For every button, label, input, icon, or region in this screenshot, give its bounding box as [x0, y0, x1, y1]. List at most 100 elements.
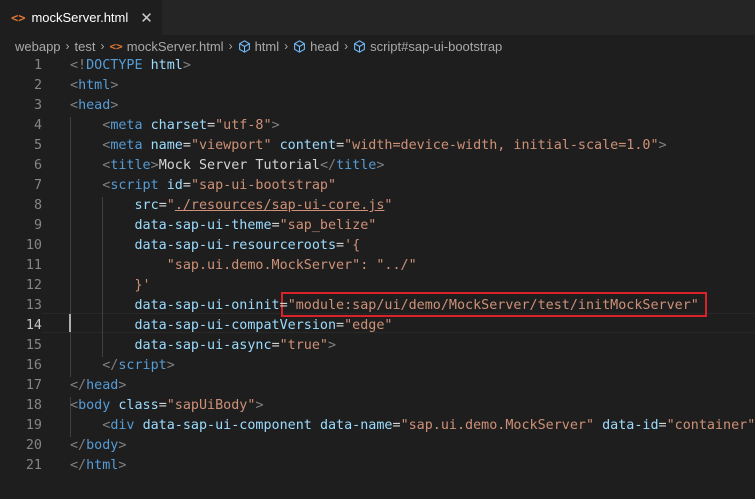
code-token: =: [392, 418, 401, 433]
code-line[interactable]: 14 data-sap-ui-compatVersion="edge": [0, 316, 755, 336]
code-token: </: [70, 438, 87, 453]
breadcrumb-item-head[interactable]: head: [293, 39, 339, 54]
code-token: html: [150, 58, 183, 73]
code-token: html: [78, 78, 111, 93]
code-line[interactable]: 9 data-sap-ui-theme="sap_belize": [0, 216, 755, 236]
code-token: body: [78, 398, 111, 413]
html-file-icon: <>: [109, 39, 123, 53]
code-token: =: [279, 298, 288, 313]
breadcrumb-item-file[interactable]: <> mockServer.html: [110, 39, 224, 54]
breadcrumb-item-test[interactable]: test: [75, 39, 96, 54]
code-token: >: [182, 58, 191, 73]
code-text: </head>: [70, 376, 126, 396]
breadcrumb-file-label: mockServer.html: [126, 38, 224, 54]
code-line[interactable]: 17 </head>: [0, 376, 755, 396]
code-token: data-id: [602, 418, 659, 433]
code-token: >: [255, 398, 264, 413]
code-token: meta: [110, 138, 143, 153]
breadcrumb-head-label: head: [310, 38, 340, 54]
line-number: 3: [33, 98, 42, 113]
line-number: 2: [33, 78, 42, 93]
line-number: 14: [25, 318, 42, 333]
line-number: 8: [33, 198, 42, 213]
code-line[interactable]: 15 data-sap-ui-async="true">: [0, 336, 755, 356]
code-token: data-sap-ui-compatVersion: [134, 318, 337, 333]
code-text: <meta name="viewport" content="width=dev…: [70, 136, 666, 156]
code-token: content: [279, 138, 337, 153]
code-line[interactable]: 4 <meta charset="utf-8">: [0, 116, 755, 136]
code-line[interactable]: 11 "sap.ui.demo.MockServer": "../": [0, 256, 755, 276]
code-token: >: [328, 338, 337, 353]
close-icon[interactable]: ✕: [140, 9, 153, 27]
code-token: body: [86, 438, 119, 453]
code-line[interactable]: 12 }': [0, 276, 755, 296]
code-token: head: [86, 378, 119, 393]
breadcrumb-html-label: html: [254, 38, 280, 54]
code-text: <body class="sapUiBody">: [70, 396, 264, 416]
chevron-right-icon: ›: [100, 39, 105, 53]
code-token: =: [158, 398, 167, 413]
code-token: "sap.ui.demo.MockServer": "../": [166, 258, 417, 273]
code-text: data-sap-ui-resourceroots='{: [70, 236, 361, 256]
code-line[interactable]: 13 data-sap-ui-oninit="module:sap/ui/dem…: [0, 296, 755, 316]
code-token: "sap-ui-bootstrap": [190, 178, 337, 193]
code-token: charset: [150, 118, 208, 133]
code-token: "module:sap/ui/demo/MockServer/test/init…: [287, 298, 699, 313]
code-token: <: [70, 98, 79, 113]
code-line[interactable]: 16 </script>: [0, 356, 755, 376]
code-token: <: [70, 78, 79, 93]
code-token: =: [271, 338, 280, 353]
chevron-right-icon: ›: [344, 39, 349, 53]
code-token: "viewport": [190, 138, 272, 153]
code-line[interactable]: 6 <title>Mock Server Tutorial</title>: [0, 156, 755, 176]
code-text: </html>: [70, 456, 126, 476]
code-token: =: [336, 238, 345, 253]
code-token: >: [376, 158, 385, 173]
code-line[interactable]: 7 <script id="sap-ui-bootstrap": [0, 176, 755, 196]
code-text: <head>: [70, 96, 118, 116]
code-token: >: [166, 358, 175, 373]
code-line[interactable]: 18 <body class="sapUiBody">: [0, 396, 755, 416]
tab-label: mockServer.html: [31, 10, 129, 25]
code-line[interactable]: 20 </body>: [0, 436, 755, 456]
breadcrumb-item-webapp[interactable]: webapp: [15, 39, 61, 54]
code-token: >: [110, 78, 119, 93]
code-line[interactable]: 19 <div data-sap-ui-component data-name=…: [0, 416, 755, 436]
code-token: class: [118, 398, 159, 413]
code-token: id: [166, 178, 183, 193]
breadcrumb-item-script[interactable]: script#sap-ui-bootstrap: [353, 39, 502, 54]
code-token: </: [102, 358, 119, 373]
code-line[interactable]: 21 </html>: [0, 456, 755, 476]
code-token: data-sap-ui-resourceroots: [134, 238, 337, 253]
code-token: >: [118, 438, 127, 453]
code-token: =: [658, 418, 667, 433]
code-token: ": [384, 198, 393, 213]
code-token: >: [150, 158, 159, 173]
code-line[interactable]: 5 <meta name="viewport" content="width=d…: [0, 136, 755, 156]
code-token: >: [118, 378, 127, 393]
code-token: div: [110, 418, 135, 433]
code-text: <html>: [70, 76, 118, 96]
code-token: data-sap-ui-async: [134, 338, 272, 353]
code-token: '{: [344, 238, 361, 253]
code-line[interactable]: 1 <!DOCTYPE html>: [0, 56, 755, 76]
code-token: script: [118, 358, 167, 373]
code-token: "sapUiBody": [166, 398, 256, 413]
code-token: ": [166, 198, 175, 213]
code-editor[interactable]: 1 <!DOCTYPE html> 2 <html> 3 <head> 4 <meta ch…: [0, 57, 755, 499]
code-line[interactable]: 3 <head>: [0, 96, 755, 116]
breadcrumb-script-label: script#sap-ui-bootstrap: [370, 38, 503, 54]
code-line[interactable]: 2 <html>: [0, 76, 755, 96]
breadcrumb-item-html[interactable]: html: [238, 38, 280, 54]
tab-mockserver-html[interactable]: <> mockServer.html ✕: [0, 0, 162, 35]
line-number: 15: [25, 338, 42, 353]
code-line[interactable]: 8 src="./resources/sap-ui-core.js": [0, 196, 755, 216]
code-line[interactable]: 10 data-sap-ui-resourceroots='{: [0, 236, 755, 256]
